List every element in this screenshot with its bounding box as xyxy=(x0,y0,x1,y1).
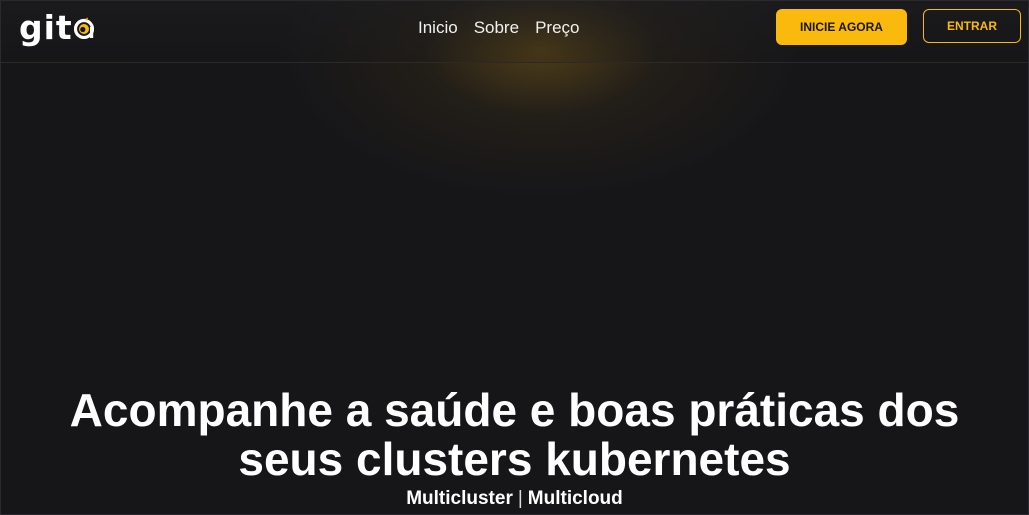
nav-link-inicio[interactable]: Inicio xyxy=(418,18,458,38)
hero-title-line-1: Acompanhe a saúde e boas práticas dos xyxy=(69,384,960,436)
login-button[interactable]: ENTRAR xyxy=(923,9,1021,43)
main-nav: Inicio Sobre Preço xyxy=(418,18,579,38)
hero-subtitle: Multicluster | Multicloud xyxy=(1,488,1028,510)
nav-link-preco[interactable]: Preço xyxy=(535,18,579,38)
logo-a-mark-icon xyxy=(73,17,94,40)
subtitle-separator: | xyxy=(517,488,523,509)
top-navbar: git Inicio Sobre Preço INICIE AGORA ENTR… xyxy=(1,1,1028,63)
subtitle-multicloud: Multicloud xyxy=(527,488,623,509)
hero-title: Acompanhe a saúde e boas práticas dos se… xyxy=(1,386,1028,484)
landing-page: git Inicio Sobre Preço INICIE AGORA ENTR… xyxy=(0,0,1029,515)
logo-wordmark: git xyxy=(19,7,73,47)
nav-link-sobre[interactable]: Sobre xyxy=(474,18,519,38)
hero-title-line-2: seus clusters kubernetes xyxy=(238,433,791,485)
subtitle-multicluster: Multicluster xyxy=(406,488,513,509)
brand-logo[interactable]: git xyxy=(19,5,94,49)
start-now-button[interactable]: INICIE AGORA xyxy=(776,9,907,45)
